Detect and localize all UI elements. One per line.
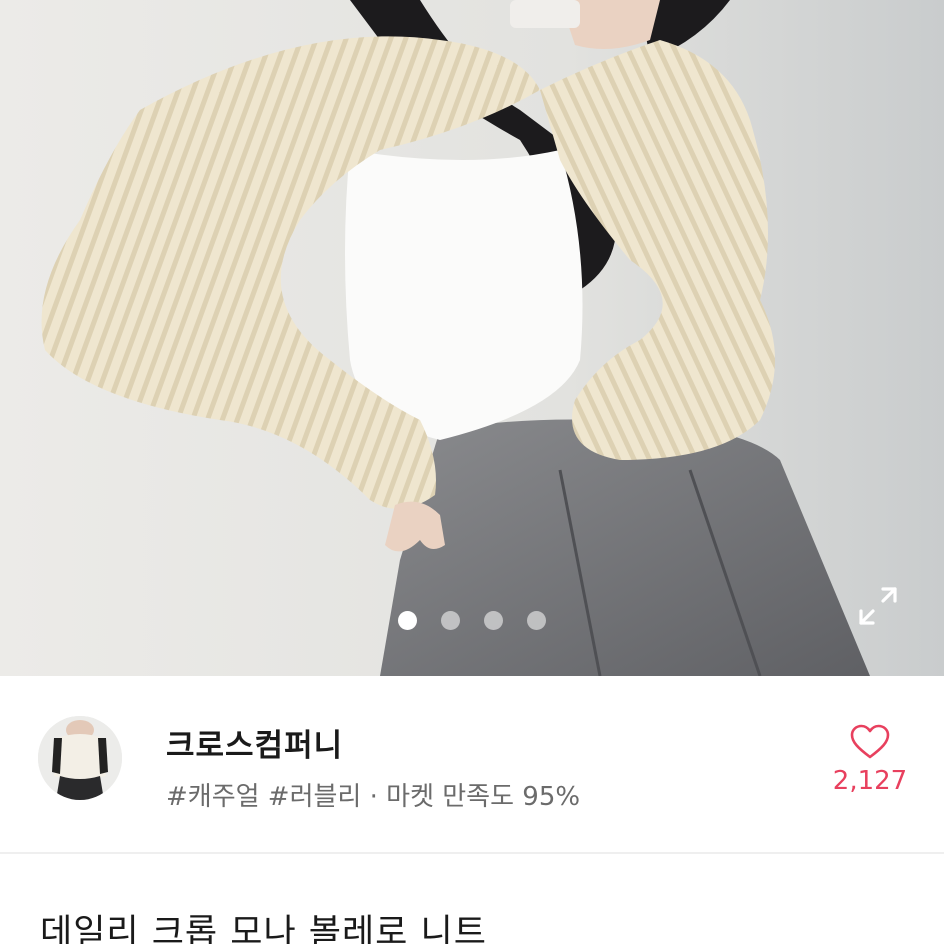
carousel-dot-3[interactable] [484,611,503,630]
seller-avatar[interactable] [38,716,122,800]
carousel-dot-4[interactable] [527,611,546,630]
carousel-indicator [0,611,944,630]
expand-icon[interactable] [857,585,899,627]
product-detail-page: 크로스컴퍼니 #캐주얼 #러블리 · 마켓 만족도 95% 2,127 데일리 … [0,0,944,944]
product-photo [0,0,944,676]
carousel-dot-1[interactable] [398,611,417,630]
like-count: 2,127 [832,766,908,796]
seller-name[interactable]: 크로스컴퍼니 [166,720,343,765]
product-title: 데일리 크롭 모나 볼레로 니트 [40,913,487,944]
product-image-carousel[interactable] [0,0,944,676]
seller-tags-rating: #캐주얼 #러블리 · 마켓 만족도 95% [166,782,581,812]
seller-info-row[interactable]: 크로스컴퍼니 #캐주얼 #러블리 · 마켓 만족도 95% 2,127 [0,676,944,854]
carousel-dot-2[interactable] [441,611,460,630]
heart-outline-icon [850,724,890,759]
like-button[interactable]: 2,127 [820,724,920,796]
